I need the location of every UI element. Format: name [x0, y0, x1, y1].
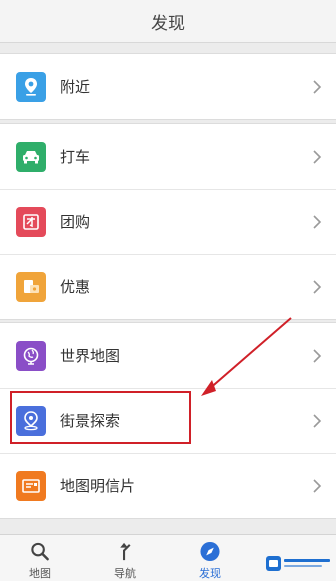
tab-discover[interactable]: 发现 — [188, 535, 232, 581]
search-icon — [31, 542, 49, 561]
tab-label: 地图 — [29, 567, 51, 580]
annotation-arrow — [201, 317, 292, 396]
tab-label: 发现 — [199, 567, 221, 580]
watermark-logo — [266, 554, 332, 574]
tab-navigation[interactable]: 导航 — [103, 535, 147, 581]
tab-map[interactable]: 地图 — [18, 535, 62, 581]
navigation-icon — [120, 542, 131, 561]
tab-label: 导航 — [114, 567, 136, 580]
compass-icon — [200, 541, 220, 562]
